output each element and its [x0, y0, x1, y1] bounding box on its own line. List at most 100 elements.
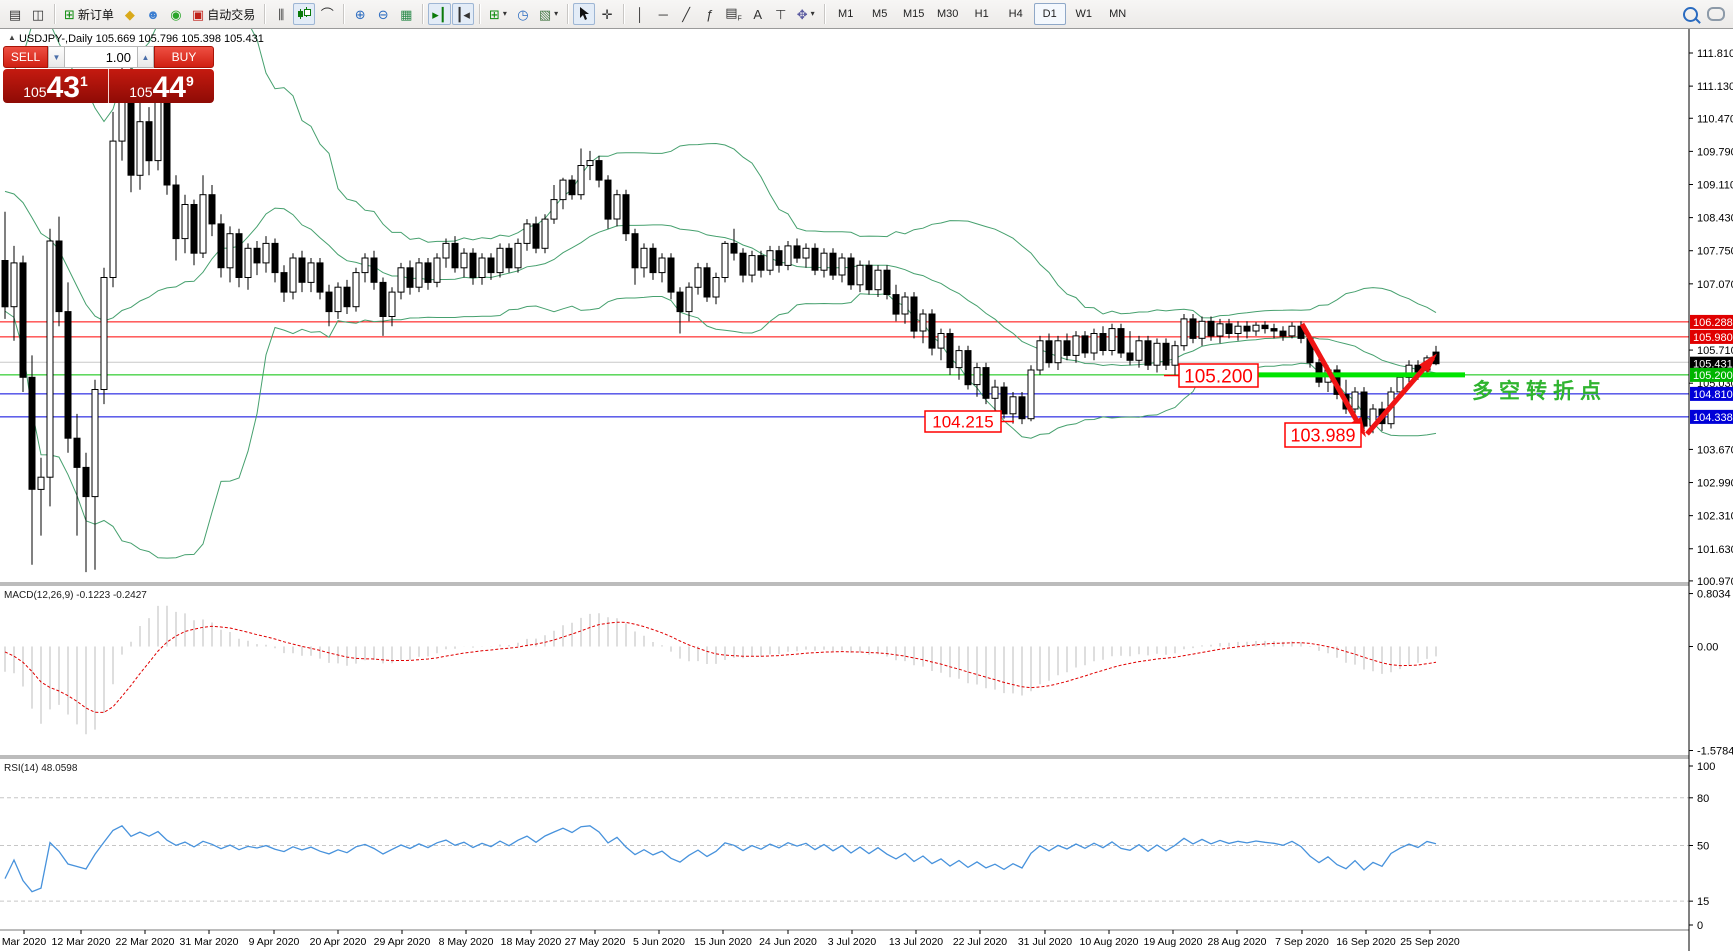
new-order-icon: ⊞: [64, 8, 75, 21]
timeframe-M5[interactable]: M5: [864, 3, 896, 25]
chart-window[interactable]: 105.200104.215103.989多空转折点111.810111.130…: [0, 29, 1733, 951]
chart-window-icon[interactable]: ▤: [4, 3, 26, 25]
timeframe-M30[interactable]: M30: [932, 3, 964, 25]
svg-text:-1.5784: -1.5784: [1697, 746, 1733, 758]
toolbar: ▤ ◫ ⊞ 新订单 ◆ ☻ ◉ ▣ 自动交易 ⫼ ⌒ ⊕ ⊖ ▦ ▸┃ ┃◂ ⊞…: [0, 0, 1733, 29]
autotrade-button[interactable]: ▣ 自动交易: [188, 3, 259, 25]
new-order-label: 新订单: [78, 6, 114, 23]
cursor-icon[interactable]: [573, 3, 595, 25]
svg-text:19 Aug 2020: 19 Aug 2020: [1144, 936, 1203, 948]
candlestick-chart-icon[interactable]: [293, 3, 315, 25]
svg-text:18 May 2020: 18 May 2020: [501, 936, 562, 948]
crosshair-icon[interactable]: ✛: [596, 3, 618, 25]
svg-text:105.980: 105.980: [1693, 332, 1733, 344]
tile-windows-icon[interactable]: ▦: [395, 3, 417, 25]
text-label-icon[interactable]: ⊤: [770, 3, 792, 25]
svg-text:100: 100: [1697, 761, 1715, 773]
collapse-triangle-icon: ▲: [8, 33, 16, 42]
zoom-in-icon[interactable]: ⊕: [349, 3, 371, 25]
timeframe-H1[interactable]: H1: [966, 3, 998, 25]
text-icon[interactable]: A: [747, 3, 769, 25]
svg-text:104.215: 104.215: [932, 413, 993, 432]
timeframe-M1[interactable]: M1: [830, 3, 862, 25]
new-order-button[interactable]: ⊞ 新订单: [60, 3, 118, 25]
svg-text:22 Jul 2020: 22 Jul 2020: [953, 936, 1007, 948]
separator: [824, 4, 825, 24]
separator: [567, 4, 568, 24]
fibonacci-icon[interactable]: ƒ: [698, 3, 720, 25]
svg-text:27 May 2020: 27 May 2020: [565, 936, 626, 948]
volume-increase-button[interactable]: ▲: [137, 46, 154, 68]
svg-text:0.00: 0.00: [1697, 642, 1718, 654]
svg-text:8 May 2020: 8 May 2020: [439, 936, 494, 948]
bar-chart-icon[interactable]: ⫼: [270, 3, 292, 25]
svg-text:28 Aug 2020: 28 Aug 2020: [1208, 936, 1267, 948]
line-chart-icon[interactable]: ⌒: [316, 3, 338, 25]
svg-text:102.310: 102.310: [1697, 511, 1733, 523]
svg-text:15: 15: [1697, 896, 1709, 908]
timeframe-MN[interactable]: MN: [1102, 3, 1134, 25]
separator: [54, 4, 55, 24]
profile-icon[interactable]: ◫: [27, 3, 49, 25]
svg-text:109.790: 109.790: [1697, 146, 1733, 158]
templates-button[interactable]: ▧▾: [535, 3, 562, 25]
sell-button[interactable]: SELL: [3, 46, 48, 68]
shapes-icon: ✥: [797, 8, 808, 21]
shapes-button[interactable]: ✥▾: [793, 3, 819, 25]
svg-text:104.810: 104.810: [1693, 389, 1733, 401]
svg-text:50: 50: [1697, 841, 1709, 853]
svg-text:100.970: 100.970: [1697, 576, 1733, 588]
autotrade-icon: ▣: [192, 8, 204, 21]
volume-decrease-button[interactable]: ▼: [48, 46, 65, 68]
svg-text:106.288: 106.288: [1693, 317, 1733, 329]
timeframe-M15[interactable]: M15: [898, 3, 930, 25]
svg-text:110.470: 110.470: [1697, 113, 1733, 125]
signal-icon[interactable]: ◉: [165, 3, 187, 25]
svg-text:10 Aug 2020: 10 Aug 2020: [1080, 936, 1139, 948]
chart-canvas[interactable]: 105.200104.215103.989多空转折点111.810111.130…: [0, 29, 1733, 951]
volume-input[interactable]: [65, 46, 137, 68]
svg-text:9 Apr 2020: 9 Apr 2020: [249, 936, 300, 948]
svg-text:80: 80: [1697, 793, 1709, 805]
svg-text:103.670: 103.670: [1697, 444, 1733, 456]
svg-text:22 Mar 2020: 22 Mar 2020: [116, 936, 175, 948]
market-depth-icon[interactable]: ◆: [119, 3, 141, 25]
zoom-out-icon[interactable]: ⊖: [372, 3, 394, 25]
timeframe-W1[interactable]: W1: [1068, 3, 1100, 25]
separator: [479, 4, 480, 24]
timeframe-H4[interactable]: H4: [1000, 3, 1032, 25]
periods-button[interactable]: ◷: [512, 3, 534, 25]
sell-price-display[interactable]: 105431: [3, 69, 109, 103]
timeframe-D1[interactable]: D1: [1034, 3, 1066, 25]
svg-text:104.338: 104.338: [1693, 412, 1733, 424]
svg-text:103.989: 103.989: [1290, 425, 1355, 445]
community-icon[interactable]: ☻: [142, 3, 164, 25]
svg-text:多空转折点: 多空转折点: [1472, 379, 1607, 403]
svg-text:3 Jul 2020: 3 Jul 2020: [828, 936, 877, 948]
buy-button[interactable]: BUY: [154, 46, 214, 68]
rsi-indicator-label: RSI(14) 48.0598: [4, 763, 77, 774]
svg-text:111.810: 111.810: [1697, 48, 1733, 60]
svg-text:101.630: 101.630: [1697, 544, 1733, 556]
grid-lines-icon[interactable]: ▤F: [721, 3, 746, 25]
separator: [264, 4, 265, 24]
autoscroll-icon[interactable]: ▸┃: [428, 3, 450, 25]
indicators-icon: ⊞: [489, 8, 500, 21]
svg-text:108.430: 108.430: [1697, 213, 1733, 225]
trendline-icon[interactable]: ╱: [675, 3, 697, 25]
search-icon[interactable]: [1679, 3, 1702, 25]
buy-price-display[interactable]: 105449: [109, 69, 214, 103]
chart-shift-icon[interactable]: ┃◂: [452, 3, 474, 25]
svg-text:0.8034: 0.8034: [1697, 589, 1731, 601]
svg-text:16 Sep 2020: 16 Sep 2020: [1336, 936, 1396, 948]
indicators-button[interactable]: ⊞▾: [485, 3, 511, 25]
mt4-terminal: ▤ ◫ ⊞ 新订单 ◆ ☻ ◉ ▣ 自动交易 ⫼ ⌒ ⊕ ⊖ ▦ ▸┃ ┃◂ ⊞…: [0, 0, 1733, 951]
horizontal-line-icon[interactable]: ─: [652, 3, 674, 25]
separator: [422, 4, 423, 24]
svg-text:102.990: 102.990: [1697, 478, 1733, 490]
svg-text:29 Apr 2020: 29 Apr 2020: [374, 936, 431, 948]
macd-indicator-label: MACD(12,26,9) -0.1223 -0.2427: [4, 590, 147, 601]
chat-icon[interactable]: [1703, 3, 1729, 25]
svg-text:109.110: 109.110: [1697, 179, 1733, 191]
vertical-line-icon[interactable]: │: [629, 3, 651, 25]
